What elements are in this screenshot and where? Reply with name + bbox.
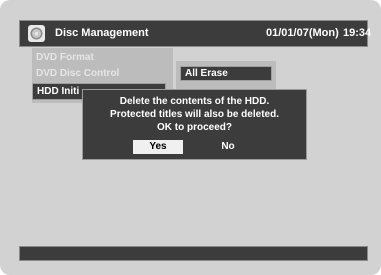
date-display: 01/01/07(Mon) [266, 27, 339, 39]
time-display: 19:34 [343, 27, 372, 39]
title-bar: Disc Management 01/01/07(Mon) 19:34 [19, 20, 372, 47]
page-title: Disc Management [55, 27, 149, 39]
yes-button[interactable]: Yes [133, 140, 183, 154]
menu-item-dvd-disc-control[interactable]: DVD Disc Control [36, 68, 119, 79]
dialog-message-line: Protected titles will also be deleted. [110, 109, 279, 120]
no-button[interactable]: No [203, 140, 253, 154]
disc-icon [28, 25, 45, 42]
dialog-message-line: Delete the contents of the HDD. [119, 96, 270, 107]
dialog-message-line: OK to proceed? [156, 122, 232, 133]
status-bar [19, 246, 368, 261]
confirm-dialog: Delete the contents of the HDD. Protecte… [82, 89, 307, 160]
menu-item-dvd-format[interactable]: DVD Format [36, 52, 94, 63]
disc-management-screen: Disc Management 01/01/07(Mon) 19:34 DVD … [0, 0, 381, 275]
submenu-item-all-erase[interactable]: All Erase [180, 66, 272, 81]
